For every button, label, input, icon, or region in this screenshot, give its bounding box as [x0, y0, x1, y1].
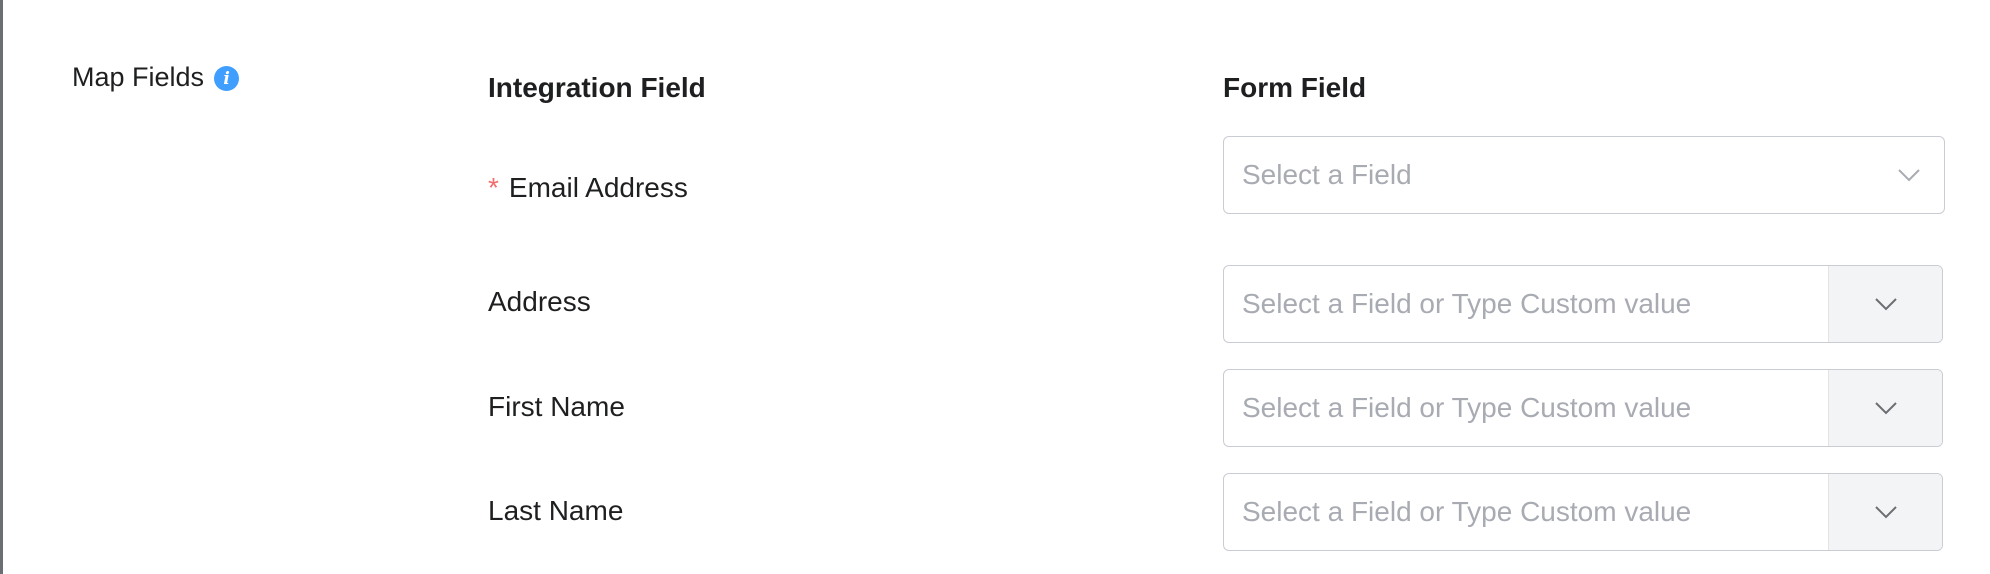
chevron-down-icon: [1874, 168, 1944, 182]
info-icon[interactable]: i: [214, 66, 240, 91]
first-name-combo[interactable]: Select a Field or Type Custom value: [1223, 369, 1943, 447]
chevron-down-icon: [1874, 402, 1897, 415]
first-name-dropdown-button[interactable]: [1828, 370, 1942, 446]
email-address-select-placeholder: Select a Field: [1242, 159, 1412, 190]
left-border: [0, 0, 3, 574]
map-fields-text: Map Fields: [72, 62, 205, 92]
form-field-header: Form Field: [1223, 72, 1367, 103]
address-combo[interactable]: Select a Field or Type Custom value: [1223, 265, 1943, 343]
chevron-down-icon: [1874, 298, 1897, 311]
address-dropdown-button[interactable]: [1828, 266, 1942, 342]
email-address-select[interactable]: Select a Field: [1223, 136, 1945, 214]
last-name-combo[interactable]: Select a Field or Type Custom value: [1223, 473, 1943, 551]
first-name-label: First Name: [488, 391, 625, 422]
map-fields-label: Map Fields i: [72, 62, 240, 93]
first-name-input[interactable]: Select a Field or Type Custom value: [1224, 370, 1828, 446]
last-name-dropdown-button[interactable]: [1828, 474, 1942, 550]
email-address-label: * Email Address: [488, 172, 688, 204]
integration-field-header: Integration Field: [488, 72, 706, 103]
address-input[interactable]: Select a Field or Type Custom value: [1224, 266, 1828, 342]
chevron-down-icon: [1874, 506, 1897, 519]
required-asterisk: *: [488, 172, 499, 203]
last-name-input[interactable]: Select a Field or Type Custom value: [1224, 474, 1828, 550]
last-name-label: Last Name: [488, 495, 624, 526]
email-address-text: Email Address: [508, 172, 688, 203]
address-label: Address: [488, 286, 591, 317]
